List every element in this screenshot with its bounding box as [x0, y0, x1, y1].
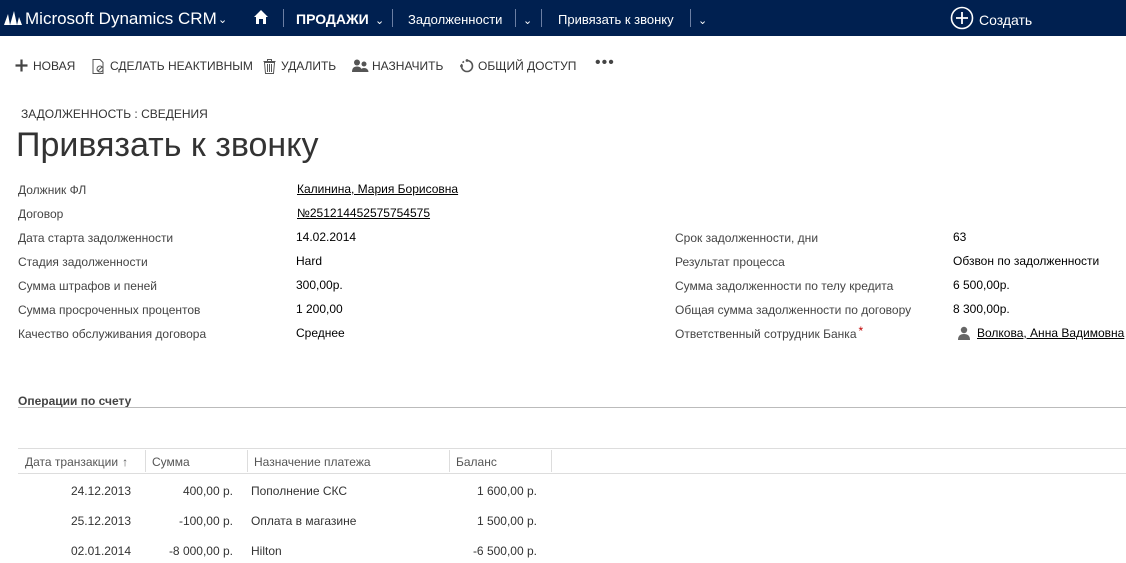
nav-separator — [541, 9, 542, 27]
share-icon — [460, 59, 474, 73]
command-bar: НОВАЯ СДЕЛАТЬ НЕАКТИВНЫМ УДАЛИТЬ НАЗНАЧИ… — [0, 54, 1126, 78]
more-commands-icon[interactable]: ••• — [595, 54, 615, 72]
required-mark: * — [858, 324, 864, 338]
grid-column-separator[interactable] — [247, 450, 248, 472]
section-title-account-operations: Операции по счету — [18, 394, 132, 408]
grid-header-border — [18, 473, 1126, 474]
share-label: ОБЩИЙ ДОСТУП — [478, 59, 577, 73]
nav-record-current[interactable]: Привязать к звонку — [558, 12, 674, 27]
field-value-overdue-interest[interactable]: 1 200,00 — [296, 302, 343, 316]
nav-entity-debts[interactable]: Задолженности — [408, 12, 502, 27]
home-icon[interactable] — [253, 9, 269, 25]
field-value-process-result[interactable]: Обзвон по задолженности — [953, 254, 1099, 268]
field-label-overdue-interest: Сумма просроченных процентов — [18, 303, 201, 317]
field-value-responsible-employee-link[interactable]: Волкова, Анна Вадимовна — [977, 326, 1124, 340]
cell-balance: -6 500,00 р. — [472, 544, 537, 558]
dynamics-logo-icon — [4, 11, 22, 25]
field-label-responsible-employee: Ответственный сотрудник Банка * — [675, 324, 864, 341]
nav-separator — [283, 9, 284, 27]
nav-separator — [515, 9, 516, 27]
field-label-debtor: Должник ФЛ — [18, 183, 87, 197]
field-label-debt-days: Срок задолженности, дни — [675, 231, 819, 245]
cell-balance: 1 500,00 р. — [476, 514, 537, 528]
top-nav-bar: Microsoft Dynamics CRM ⌄ ПРОДАЖИ ⌄ Задол… — [0, 0, 1126, 36]
deactivate-icon — [92, 59, 104, 74]
plus-icon — [15, 59, 28, 72]
cell-transaction-date: 25.12.2013 — [70, 514, 131, 528]
grid-header-payment-purpose[interactable]: Назначение платежа — [254, 455, 371, 469]
grid-column-separator[interactable] — [551, 450, 552, 472]
cell-payment-purpose: Оплата в магазине — [251, 514, 357, 528]
field-label-contract: Договор — [18, 207, 64, 221]
section-divider — [18, 407, 1126, 408]
entity-form-label: ЗАДОЛЖЕННОСТЬ : СВЕДЕНИЯ — [21, 107, 208, 121]
new-label: НОВАЯ — [33, 59, 76, 73]
field-value-penalties[interactable]: 300,00р. — [296, 278, 343, 292]
chevron-down-icon[interactable]: ⌄ — [698, 14, 707, 27]
field-label-total-debt: Общая сумма задолженности по договору — [675, 303, 912, 317]
delete-label: УДАЛИТЬ — [281, 59, 337, 73]
grid-top-border — [18, 448, 1126, 449]
cell-amount: -8 000,00 р. — [168, 544, 233, 558]
cell-payment-purpose: Пополнение СКС — [251, 484, 348, 498]
field-label-responsible-text: Ответственный сотрудник Банка — [675, 327, 857, 341]
cell-transaction-date: 02.01.2014 — [70, 544, 131, 558]
chevron-down-icon[interactable]: ⌄ — [523, 14, 532, 27]
field-value-total-debt[interactable]: 8 300,00р. — [953, 302, 1010, 316]
cell-payment-purpose: Hilton — [251, 544, 282, 558]
nav-separator — [690, 9, 691, 27]
plus-circle-icon — [950, 6, 974, 30]
assign-icon — [352, 59, 369, 72]
grid-header-transaction-date-label: Дата транзакции — [25, 455, 119, 469]
nav-area-sales[interactable]: ПРОДАЖИ — [296, 11, 369, 27]
grid-column-separator[interactable] — [145, 450, 146, 472]
grid-header-transaction-date[interactable]: Дата транзакции ↑ — [25, 455, 128, 469]
field-value-debt-stage[interactable]: Hard — [296, 254, 322, 268]
field-label-penalties: Сумма штрафов и пеней — [18, 279, 157, 293]
field-value-service-quality[interactable]: Среднее — [296, 326, 345, 340]
assign-label: НАЗНАЧИТЬ — [372, 59, 444, 73]
field-value-debtor-link[interactable]: Калинина, Мария Борисовна — [297, 182, 458, 196]
field-value-debt-start-date[interactable]: 14.02.2014 — [296, 230, 356, 244]
page-title: Привязать к звонку — [16, 126, 319, 164]
chevron-down-icon[interactable]: ⌄ — [375, 14, 384, 27]
field-value-principal-debt[interactable]: 6 500,00р. — [953, 278, 1010, 292]
app-title[interactable]: Microsoft Dynamics CRM — [25, 9, 217, 29]
cell-amount: 400,00 р. — [182, 484, 233, 498]
user-icon — [958, 326, 970, 340]
cell-balance: 1 600,00 р. — [476, 484, 537, 498]
field-value-contract-link[interactable]: №251214452575754575 — [297, 206, 430, 220]
grid-header-balance[interactable]: Баланс — [456, 455, 497, 469]
field-label-debt-start-date: Дата старта задолженности — [18, 231, 174, 245]
cell-transaction-date: 24.12.2013 — [70, 484, 131, 498]
chevron-down-icon[interactable]: ⌄ — [218, 13, 227, 26]
deactivate-label: СДЕЛАТЬ НЕАКТИВНЫМ — [110, 59, 253, 73]
nav-separator — [392, 9, 393, 27]
grid-column-separator[interactable] — [449, 450, 450, 472]
cell-amount: -100,00 р. — [178, 514, 233, 528]
field-label-service-quality: Качество обслуживания договора — [18, 327, 207, 341]
field-label-principal-debt: Сумма задолженности по телу кредита — [675, 279, 894, 293]
arrow-up-icon: ↑ — [122, 455, 129, 469]
field-label-process-result: Результат процесса — [675, 255, 785, 269]
field-label-debt-stage: Стадия задолженности — [18, 255, 148, 269]
field-value-debt-days[interactable]: 63 — [953, 230, 966, 244]
grid-header-amount[interactable]: Сумма — [152, 455, 190, 469]
trash-icon — [263, 59, 276, 74]
create-label: Создать — [979, 12, 1033, 28]
